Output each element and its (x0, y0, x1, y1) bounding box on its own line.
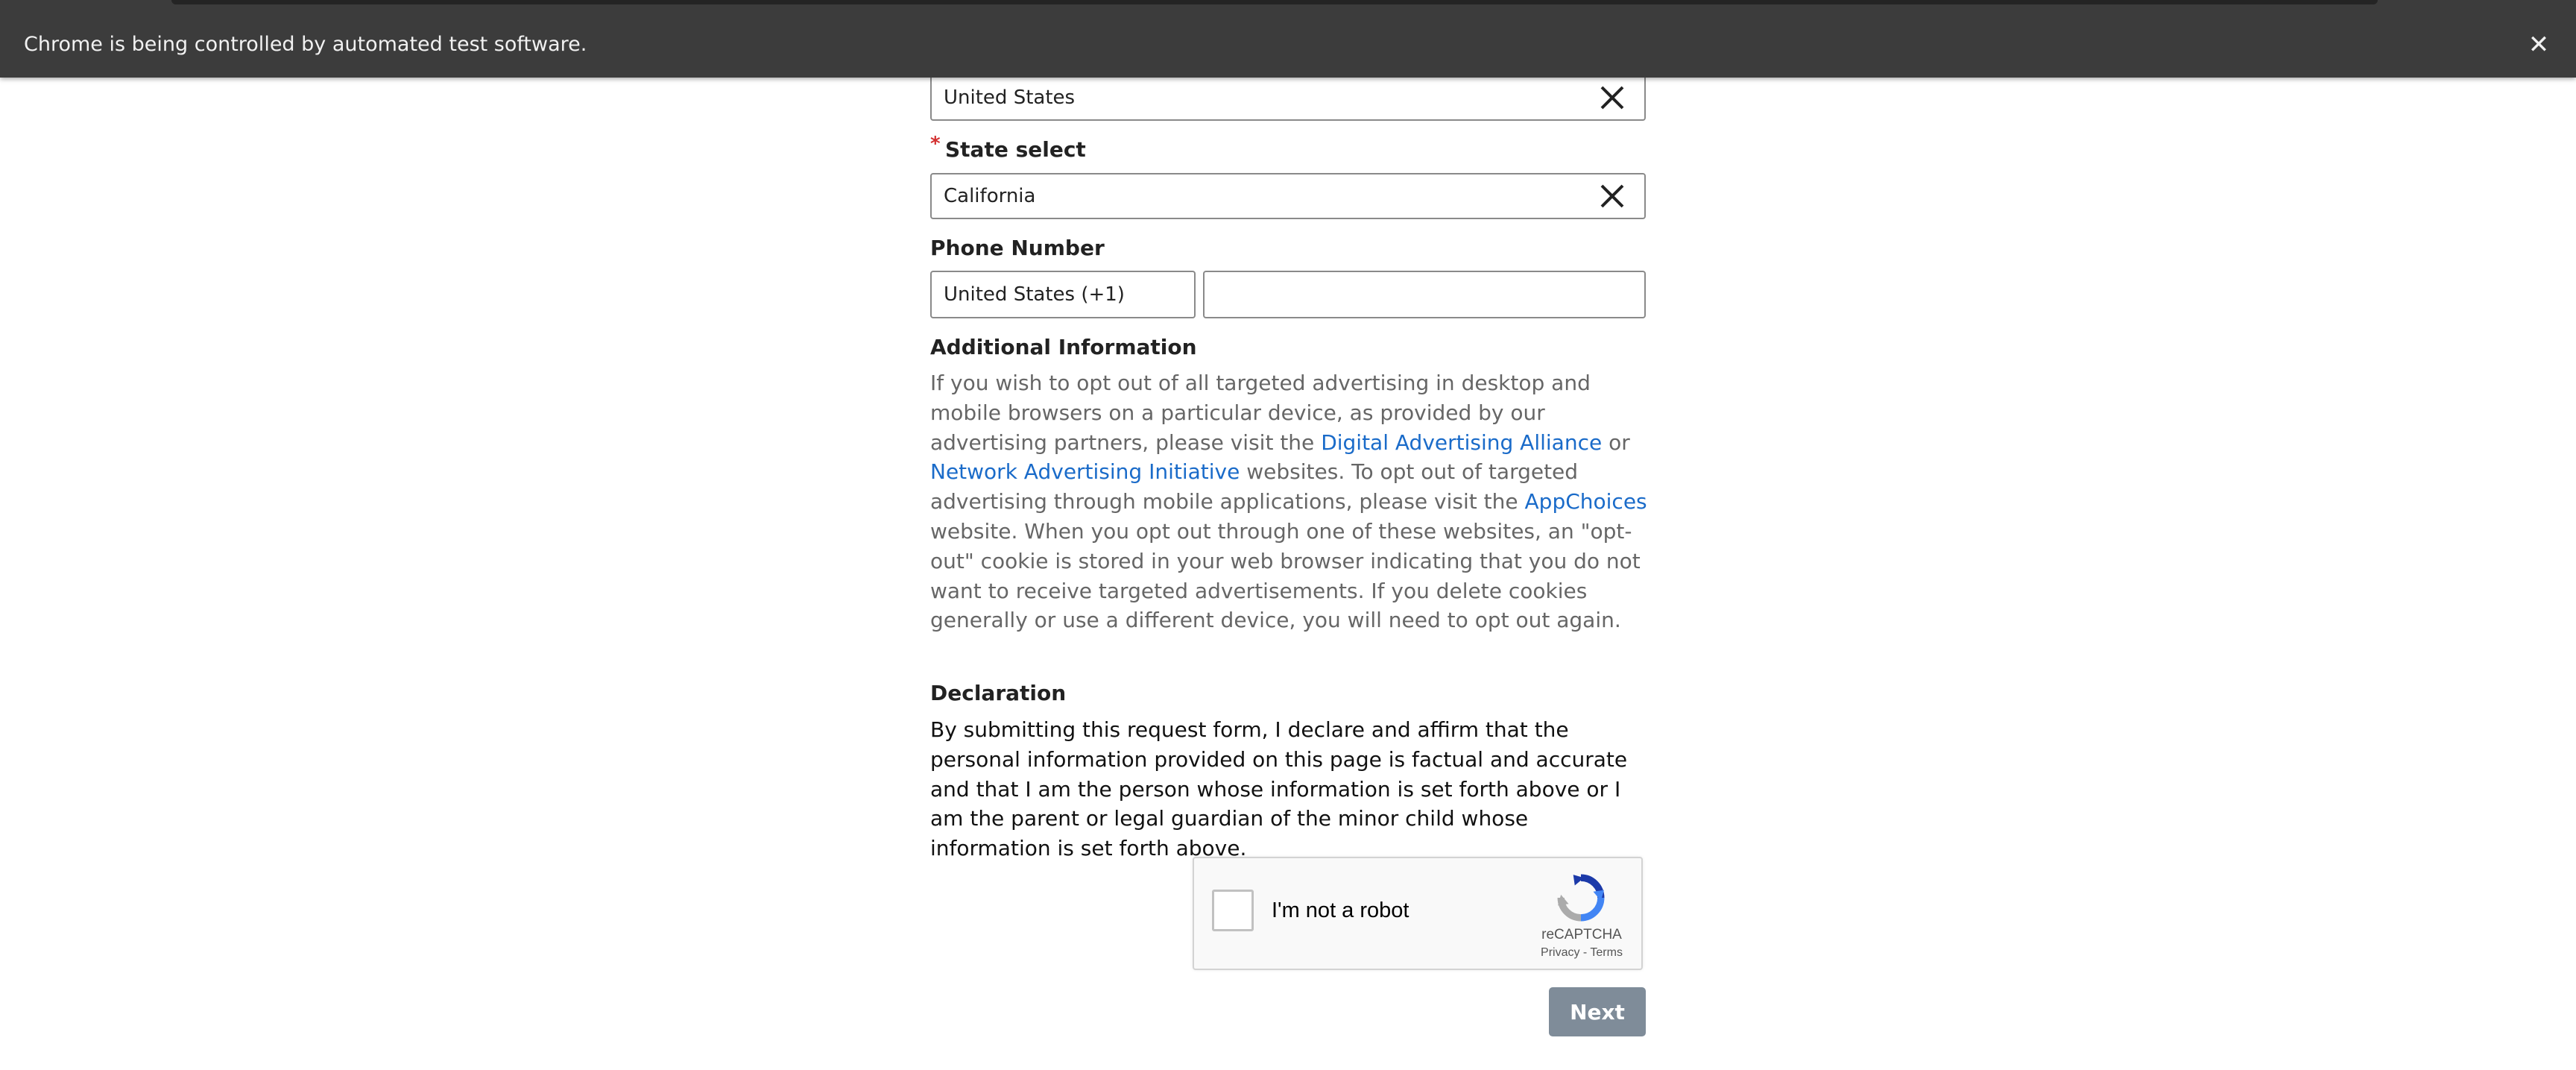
country-value: United States (944, 86, 1076, 109)
declaration-text: By submitting this request form, I decla… (930, 717, 1628, 861)
phone-country-code-value: United States (+1) (944, 283, 1125, 306)
state-select-label: * State select (930, 133, 1086, 162)
state-value: California (944, 185, 1036, 207)
declaration-heading: Declaration (930, 681, 1067, 705)
phone-country-code-select[interactable]: United States (+1) (930, 271, 1196, 318)
infobar-message: Chrome is being controlled by automated … (24, 33, 587, 56)
recaptcha-terms-link[interactable]: Terms (1590, 946, 1623, 959)
additional-info-text: If you wish to opt out of all targeted a… (930, 368, 1647, 635)
country-field[interactable]: United States (930, 75, 1646, 121)
clear-x-icon[interactable] (1600, 85, 1625, 110)
digital-advertising-alliance-link[interactable]: Digital Advertising Alliance (1321, 430, 1602, 455)
network-advertising-initiative-link[interactable]: Network Advertising Initiative (930, 459, 1240, 484)
additional-info-heading: Additional Information (930, 335, 1197, 359)
recaptcha-privacy-link[interactable]: Privacy (1541, 946, 1579, 959)
state-select-label-text: State select (945, 137, 1086, 162)
tab-strip-edge (171, 0, 2378, 4)
phone-number-label: Phone Number (930, 236, 1105, 260)
state-select-field[interactable]: California (930, 173, 1646, 219)
clear-x-icon[interactable] (1600, 183, 1625, 209)
additional-info-text-2: or (1602, 429, 1630, 455)
recaptcha-brand: reCAPTCHA (1541, 927, 1622, 942)
required-asterisk: * (930, 133, 941, 155)
additional-info-text-4: website. When you opt out through one of… (930, 518, 1641, 633)
next-button[interactable]: Next (1549, 987, 1646, 1036)
recaptcha-label: I'm not a robot (1272, 899, 1409, 922)
close-icon[interactable]: ✕ (2524, 30, 2554, 60)
recaptcha-logo-icon (1557, 874, 1605, 922)
recaptcha-link-separator: - (1579, 946, 1591, 959)
automation-infobar: Chrome is being controlled by automated … (0, 0, 2576, 78)
recaptcha-checkbox[interactable] (1212, 890, 1254, 931)
appchoices-link[interactable]: AppChoices (1525, 489, 1647, 514)
phone-number-input[interactable] (1203, 271, 1646, 318)
recaptcha-links: Privacy - Terms (1528, 946, 1635, 960)
recaptcha-widget: I'm not a robot reCAPTCHA Privacy - Term… (1193, 857, 1643, 970)
